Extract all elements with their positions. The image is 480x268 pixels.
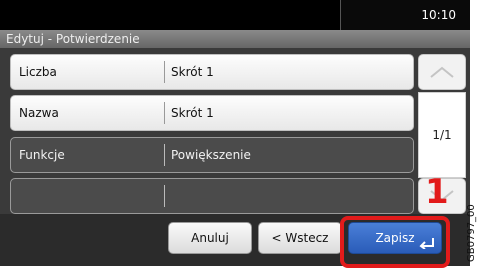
- step-callout: 1: [425, 172, 449, 212]
- row-value: Skrót 1: [164, 102, 413, 124]
- figure-code: GB0797_00: [466, 204, 477, 262]
- row-label: Nazwa: [19, 106, 59, 120]
- row-label: Funkcje: [19, 148, 65, 162]
- page-indicator: 1/1: [418, 92, 466, 178]
- chevron-up-icon: [430, 66, 454, 78]
- row-value: [164, 185, 413, 207]
- clock-time: 10:10: [421, 8, 456, 22]
- back-button[interactable]: < Wstecz: [258, 222, 342, 254]
- page-title: Edytuj - Potwierdzenie: [0, 30, 470, 48]
- status-bar: 10:10: [0, 0, 470, 30]
- row-empty[interactable]: [10, 178, 414, 214]
- cancel-button[interactable]: Anuluj: [168, 222, 252, 254]
- scroll-up-button[interactable]: [418, 54, 466, 90]
- row-liczba[interactable]: Liczba Skrót 1: [10, 54, 414, 90]
- row-label: Liczba: [19, 65, 57, 79]
- row-value: Powiększenie: [164, 144, 413, 166]
- row-value: Skrót 1: [164, 61, 413, 83]
- highlight-frame: [340, 216, 450, 268]
- row-funkcje[interactable]: Funkcje Powiększenie: [10, 137, 414, 173]
- row-nazwa[interactable]: Nazwa Skrót 1: [10, 95, 414, 131]
